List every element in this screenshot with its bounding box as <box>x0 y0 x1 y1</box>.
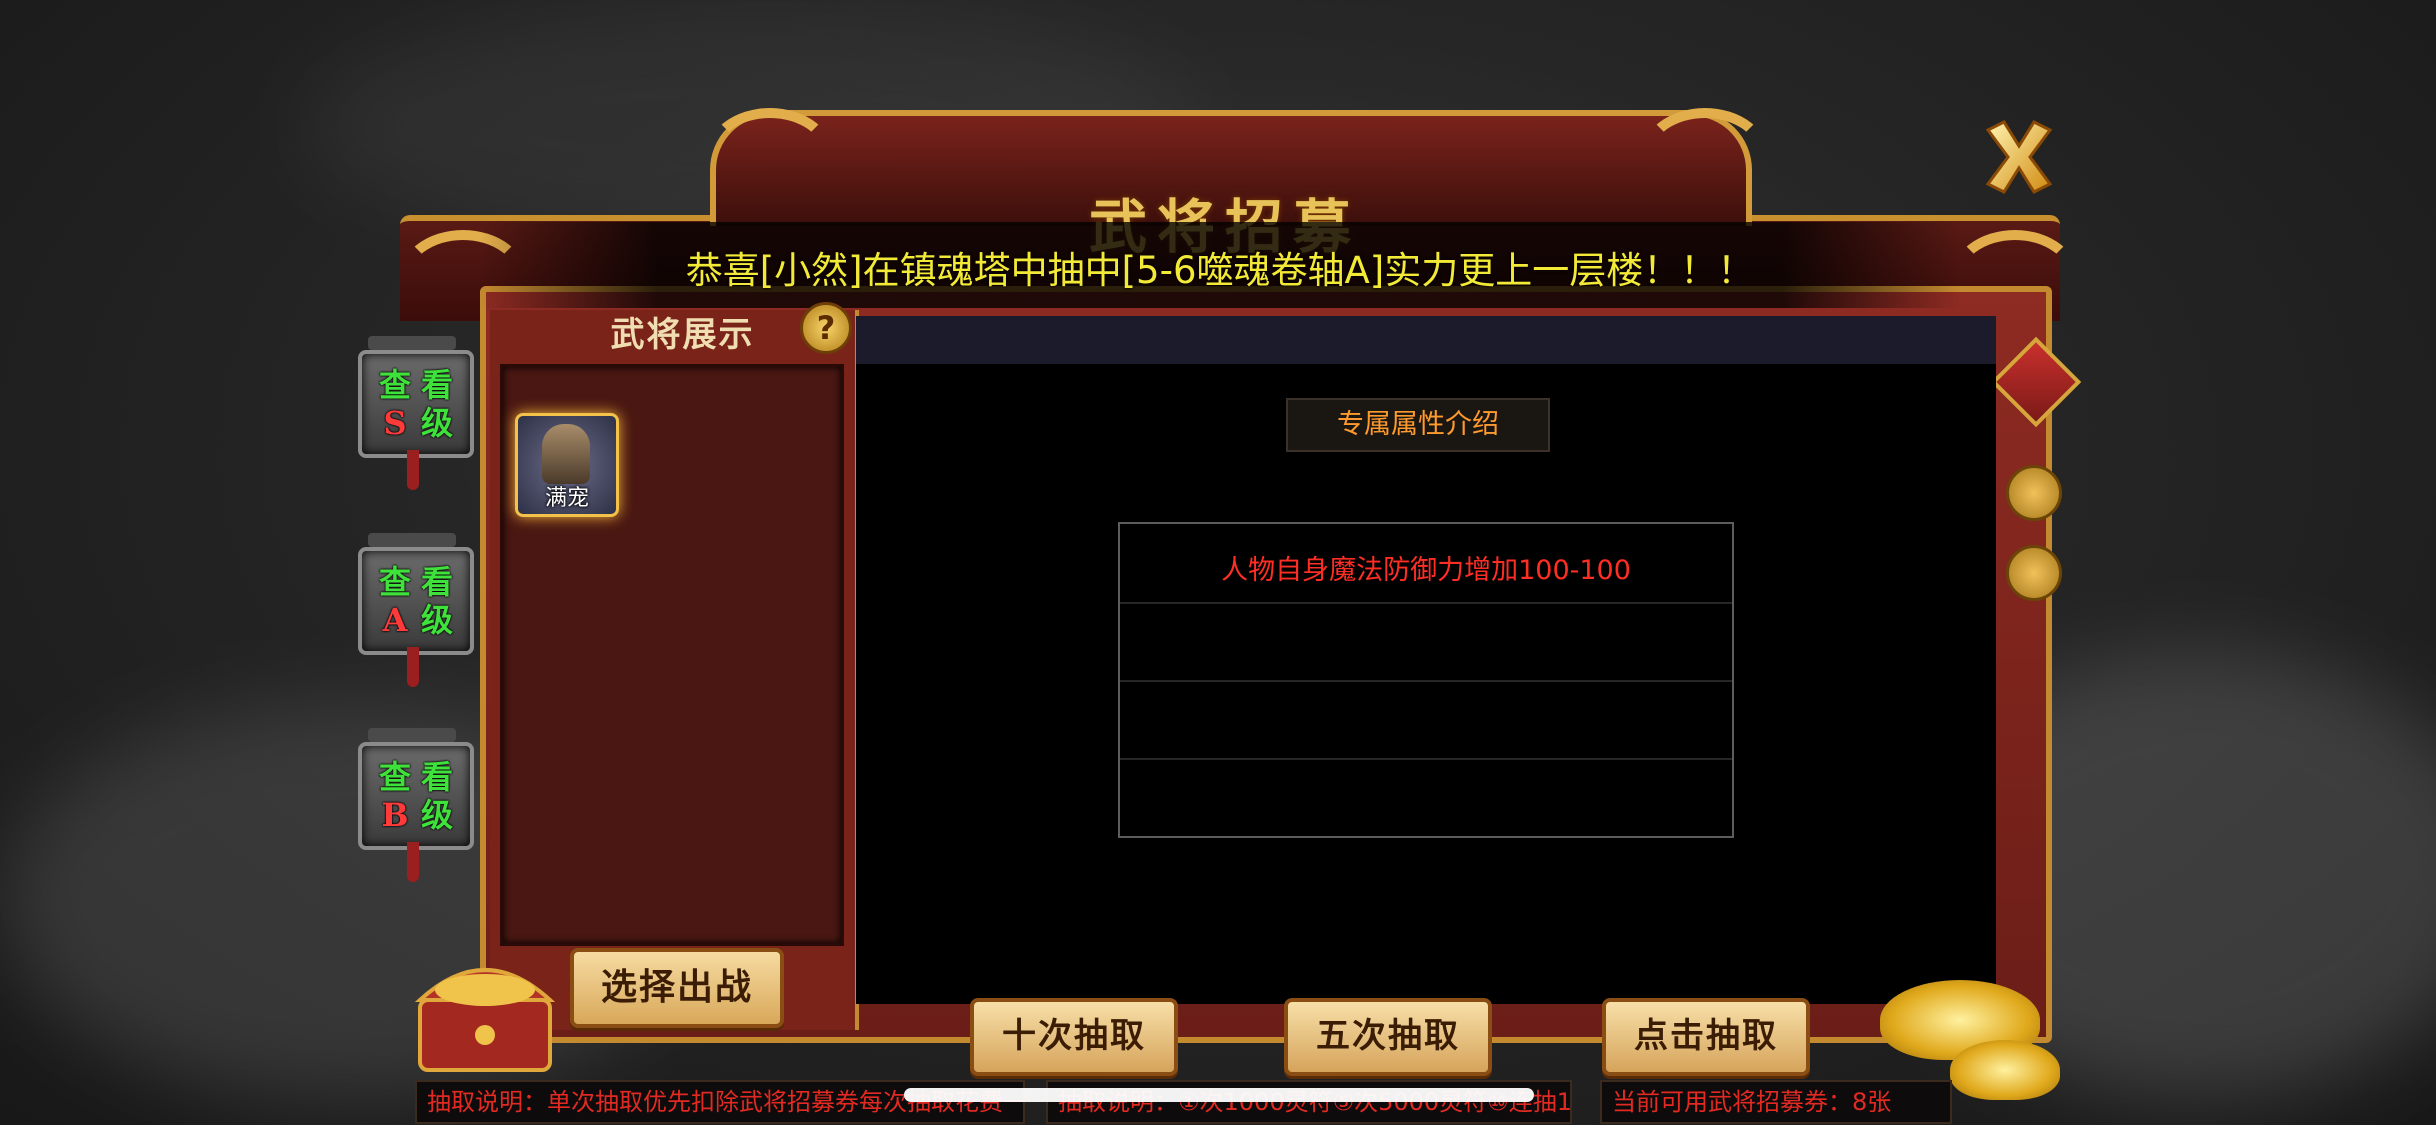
sign-char: 看 <box>420 758 453 796</box>
hero-list: 满宠 <box>500 364 844 946</box>
sign-hanger <box>368 533 456 547</box>
close-icon <box>1985 120 2053 194</box>
sign-char: 查 <box>378 563 411 601</box>
sign-char: 级 <box>420 601 453 639</box>
treasure-chest-icon <box>414 968 556 1072</box>
sign-char: A <box>382 601 408 639</box>
announcement-banner: 恭喜[小然]在镇魂塔中抽中[5-6噬魂卷轴A]实力更上一层楼！！！ <box>480 222 1960 308</box>
draw-rules-left: 抽取说明：单次抽取优先扣除武将招募券每次抽取花费一张 <box>415 1080 1025 1124</box>
sign-char: 级 <box>420 796 453 834</box>
sign-char: 级 <box>420 404 453 442</box>
draw-single-button[interactable]: 点击抽取 <box>1602 998 1810 1076</box>
coin-ornament-icon <box>2006 465 2062 521</box>
draw-ten-button[interactable]: 十次抽取 <box>970 998 1178 1076</box>
attribute-row: 人物自身魔法防御力增加100-100 <box>1120 524 1732 604</box>
hero-showcase-header: 武将展示 <box>520 306 845 356</box>
attribute-row <box>1120 602 1732 682</box>
attribute-text: 人物自身魔法防御力增加100-100 <box>1221 555 1631 586</box>
draw-rules-middle: 抽取说明：①次1000灵符⑤次5000灵符⑩连抽1W <box>1046 1080 1572 1124</box>
attribute-display-area: 专属属性介绍 人物自身魔法防御力增加100-100 <box>856 316 1996 1004</box>
attribute-row <box>1120 758 1732 836</box>
attribute-row <box>1120 680 1732 760</box>
sign-board: 查 看 A 级 <box>358 547 474 655</box>
sign-board: 查 看 B 级 <box>358 742 474 850</box>
roof-ornament <box>705 108 835 208</box>
draw-five-button[interactable]: 五次抽取 <box>1284 998 1492 1076</box>
announcement-text: 恭喜[小然]在镇魂塔中抽中[5-6噬魂卷轴A]实力更上一层楼！！！ <box>685 249 1755 292</box>
sign-board: 查 看 S 级 <box>358 350 474 458</box>
roof-ornament <box>1640 108 1770 208</box>
gold-ingot-icon <box>1950 1040 2060 1100</box>
select-deploy-button[interactable]: 选择出战 <box>570 948 784 1028</box>
tassel <box>407 842 419 882</box>
close-button[interactable] <box>1974 112 2064 202</box>
attribute-table: 人物自身魔法防御力增加100-100 <box>1118 522 1734 838</box>
hero-showcase-title: 武将展示 <box>610 314 755 355</box>
tassel <box>407 450 419 490</box>
coin-ornament-icon <box>2006 545 2062 601</box>
home-indicator[interactable] <box>904 1088 1534 1102</box>
exclusive-attribute-tab[interactable]: 专属属性介绍 <box>1286 398 1550 452</box>
sign-char: 查 <box>378 758 411 796</box>
hero-name: 满宠 <box>544 486 589 511</box>
sign-char: B <box>381 796 409 834</box>
area-top-strip <box>856 316 1996 364</box>
sign-char: 看 <box>420 563 453 601</box>
view-s-grade-button[interactable]: 查 看 S 级 <box>352 336 474 490</box>
view-b-grade-button[interactable]: 查 看 B 级 <box>352 728 474 882</box>
help-button[interactable]: ? <box>800 302 852 354</box>
view-a-grade-button[interactable]: 查 看 A 级 <box>352 533 474 687</box>
hero-card[interactable]: 满宠 <box>515 413 619 517</box>
sign-hanger <box>368 728 456 742</box>
hero-portrait <box>542 424 590 484</box>
sign-char: S <box>383 404 407 442</box>
ticket-count: 当前可用武将招募券：8张 <box>1600 1080 1952 1124</box>
sign-char: 查 <box>378 366 411 404</box>
tassel <box>407 647 419 687</box>
sign-hanger <box>368 336 456 350</box>
sign-char: 看 <box>420 366 453 404</box>
